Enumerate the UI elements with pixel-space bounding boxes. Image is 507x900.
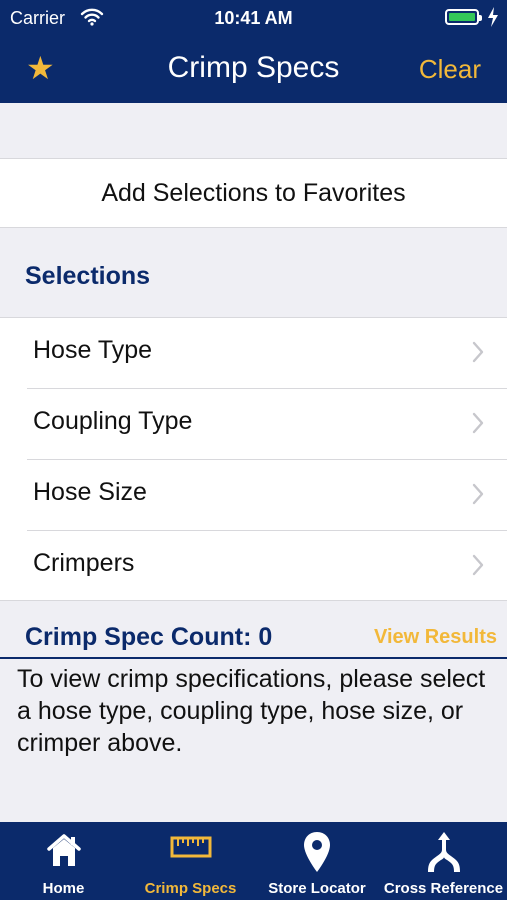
list-item-label: Crimpers — [33, 549, 135, 577]
cross-reference-icon — [380, 830, 507, 872]
tab-cross-reference[interactable]: Cross Reference — [380, 822, 507, 900]
list-item-crimpers[interactable]: Crimpers — [0, 531, 507, 602]
chevron-right-icon — [471, 411, 485, 440]
crimp-spec-count: Crimp Spec Count: 0 — [25, 623, 273, 651]
list-item-hose-size[interactable]: Hose Size — [0, 460, 507, 531]
status-time: 10:41 AM — [214, 8, 293, 28]
view-results-button[interactable]: View Results — [374, 626, 497, 649]
add-to-favorites-label: Add Selections to Favorites — [101, 178, 406, 207]
selections-header: Selections — [25, 262, 151, 290]
tab-bar: Home Crimp Specs Store Locator Cross Ref… — [0, 822, 507, 900]
list-item-coupling-type[interactable]: Coupling Type — [0, 389, 507, 460]
instructions-text: To view crimp specifications, please sel… — [17, 665, 486, 757]
list-item-label: Coupling Type — [33, 407, 193, 435]
charging-bolt-icon — [487, 6, 499, 33]
chevron-right-icon — [471, 553, 485, 582]
tab-label: Store Locator — [268, 880, 366, 897]
divider — [0, 657, 507, 659]
ruler-icon — [127, 830, 254, 872]
list-item-label: Hose Size — [33, 478, 147, 506]
tab-label: Cross Reference — [383, 880, 504, 897]
selections-list: Hose Type Coupling Type Hose Size Crimpe… — [0, 317, 507, 601]
tab-home[interactable]: Home — [0, 822, 127, 900]
battery-icon — [445, 9, 482, 25]
add-to-favorites-button[interactable]: Add Selections to Favorites — [0, 158, 507, 228]
tab-label: Home — [42, 880, 85, 897]
navigation-bar: Carrier 10:41 AM ★ Crimp Specs Clear — [0, 0, 507, 103]
tab-label: Crimp Specs — [144, 880, 237, 897]
map-pin-icon — [254, 830, 380, 872]
chevron-right-icon — [471, 340, 485, 369]
home-icon — [0, 830, 127, 872]
list-item-label: Hose Type — [33, 336, 153, 364]
clear-button[interactable]: Clear — [419, 52, 481, 86]
status-bar: Carrier 10:41 AM — [0, 0, 507, 36]
tab-crimp-specs[interactable]: Crimp Specs — [127, 822, 254, 900]
chevron-right-icon — [471, 482, 485, 511]
list-item-hose-type[interactable]: Hose Type — [0, 318, 507, 389]
results-bar: Crimp Spec Count: 0 View Results — [0, 601, 507, 659]
tab-store-locator[interactable]: Store Locator — [254, 822, 380, 900]
